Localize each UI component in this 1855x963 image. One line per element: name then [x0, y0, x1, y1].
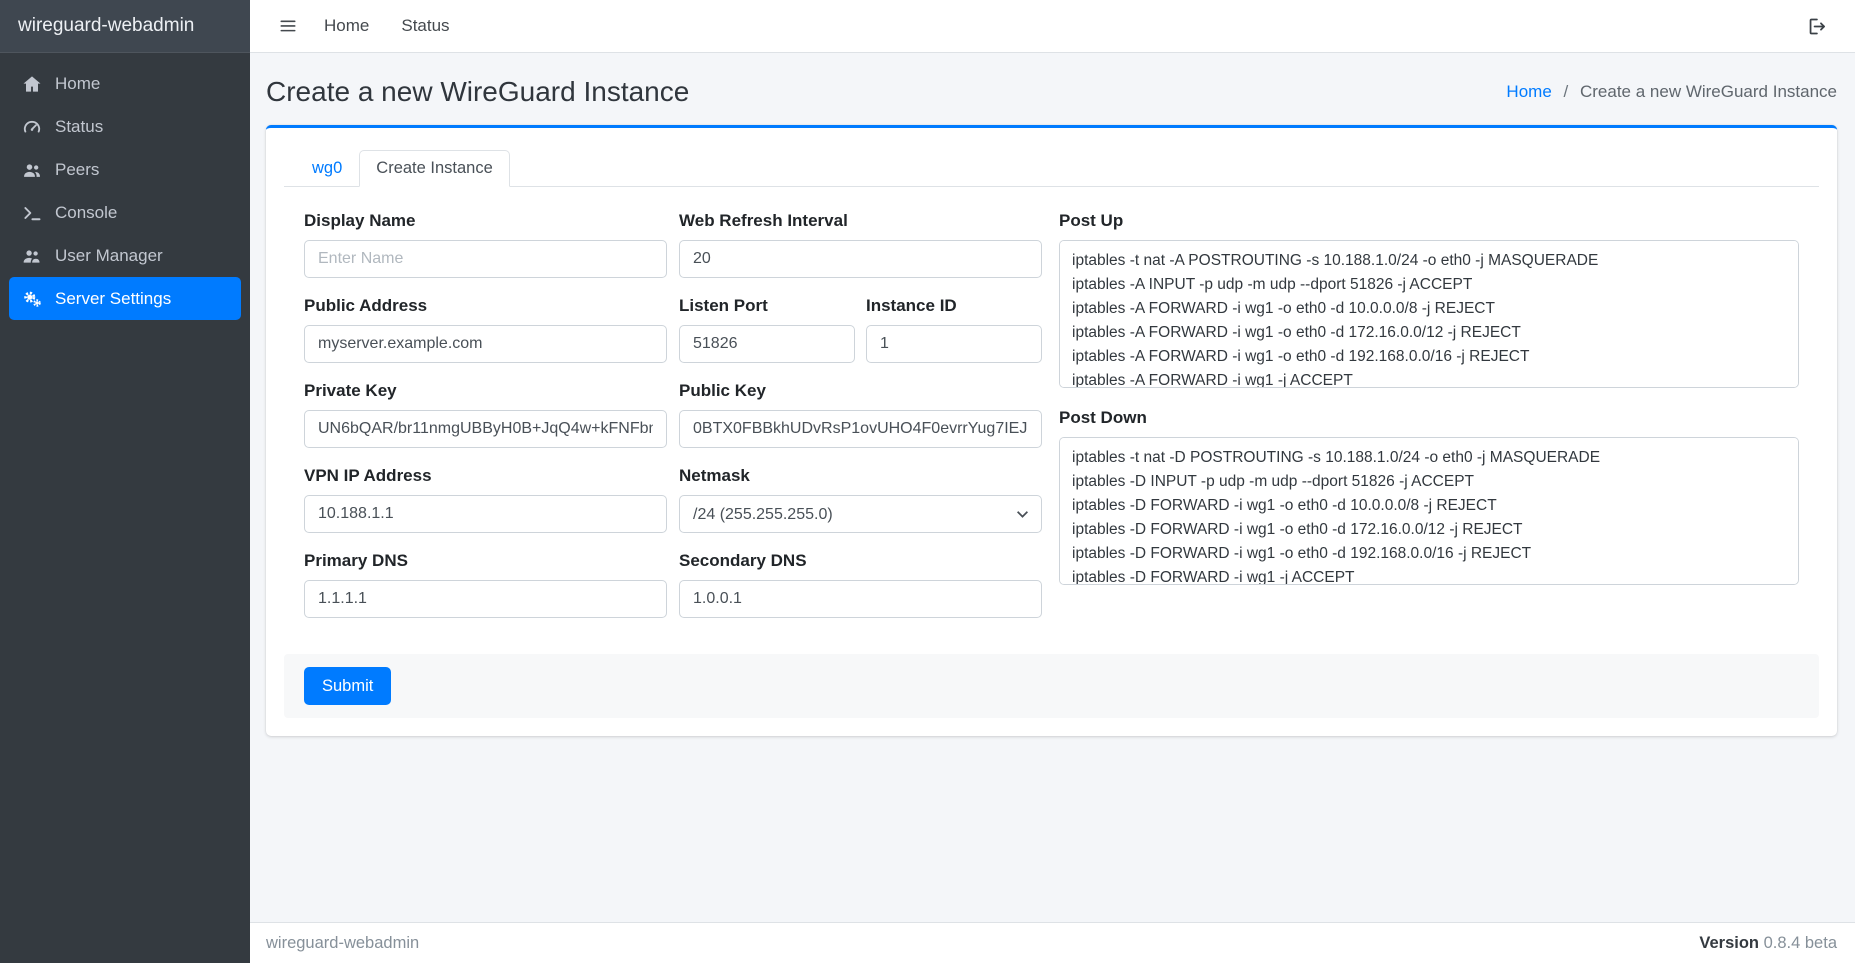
footer-app-name: wireguard-webadmin — [266, 934, 419, 953]
hamburger-menu-button[interactable] — [268, 10, 308, 42]
listen-port-label: Listen Port — [679, 295, 855, 317]
topbar-link-status[interactable]: Status — [385, 16, 465, 36]
web-refresh-interval-input[interactable] — [679, 240, 1042, 278]
field-netmask: Netmask /24 (255.255.255.0) — [679, 465, 1042, 533]
netmask-label: Netmask — [679, 465, 1042, 487]
field-listen-port: Listen Port — [679, 295, 855, 363]
page-footer: wireguard-webadmin Version 0.8.4 beta — [250, 922, 1855, 963]
card-body: wg0 Create Instance Display Name Web Ref… — [266, 128, 1837, 736]
post-up-textarea[interactable]: iptables -t nat -A POSTROUTING -s 10.188… — [1059, 240, 1799, 388]
sidebar-item-label: Home — [55, 74, 100, 94]
form-left: Display Name Web Refresh Interval Public… — [304, 210, 1042, 618]
field-vpn-ip-address: VPN IP Address — [304, 465, 667, 533]
user-manager-icon — [22, 246, 42, 266]
private-key-label: Private Key — [304, 380, 667, 402]
sidebar-item-home[interactable]: Home — [9, 62, 241, 105]
vpn-ip-address-label: VPN IP Address — [304, 465, 667, 487]
display-name-input[interactable] — [304, 240, 667, 278]
topbar: Home Status — [250, 0, 1855, 53]
sidebar-item-console[interactable]: Console — [9, 191, 241, 234]
sidebar-item-label: Server Settings — [55, 289, 171, 309]
sidebar-item-server-settings[interactable]: Server Settings — [9, 277, 241, 320]
main-column: Home Status Create a new WireGuard Insta… — [250, 0, 1855, 963]
primary-dns-input[interactable] — [304, 580, 667, 618]
sidebar-item-label: Peers — [55, 160, 99, 180]
post-down-label: Post Down — [1059, 407, 1799, 429]
netmask-select-wrap: /24 (255.255.255.0) — [679, 495, 1042, 533]
secondary-dns-input[interactable] — [679, 580, 1042, 618]
public-key-input[interactable] — [679, 410, 1042, 448]
submit-button[interactable]: Submit — [304, 667, 391, 705]
app-root: wireguard-webadmin Home Status Peers — [0, 0, 1855, 963]
sidebar-item-label: User Manager — [55, 246, 163, 266]
footer-version-value: 0.8.4 beta — [1764, 934, 1837, 952]
sidebar-item-user-manager[interactable]: User Manager — [9, 234, 241, 277]
netmask-select[interactable]: /24 (255.255.255.0) — [679, 495, 1042, 533]
public-address-label: Public Address — [304, 295, 667, 317]
instance-card: wg0 Create Instance Display Name Web Ref… — [266, 125, 1837, 736]
instance-form: Display Name Web Refresh Interval Public… — [284, 187, 1819, 618]
breadcrumb-current: Create a new WireGuard Instance — [1580, 82, 1837, 101]
listen-port-input[interactable] — [679, 325, 855, 363]
public-key-label: Public Key — [679, 380, 1042, 402]
hamburger-icon — [278, 16, 298, 36]
sidebar-item-status[interactable]: Status — [9, 105, 241, 148]
field-display-name: Display Name — [304, 210, 667, 278]
field-public-key: Public Key — [679, 380, 1042, 448]
field-public-address: Public Address — [304, 295, 667, 363]
form-right: Post Up iptables -t nat -A POSTROUTING -… — [1059, 210, 1799, 618]
tabs: wg0 Create Instance — [284, 150, 1819, 187]
form-footer: Submit — [284, 654, 1819, 718]
display-name-label: Display Name — [304, 210, 667, 232]
tab-create-instance[interactable]: Create Instance — [359, 150, 509, 187]
field-instance-id: Instance ID — [866, 295, 1042, 363]
secondary-dns-label: Secondary DNS — [679, 550, 1042, 572]
sidebar-item-label: Status — [55, 117, 103, 137]
private-key-input[interactable] — [304, 410, 667, 448]
field-web-refresh-interval: Web Refresh Interval — [679, 210, 1042, 278]
page-title: Create a new WireGuard Instance — [266, 73, 689, 111]
home-icon — [22, 74, 42, 94]
instance-id-label: Instance ID — [866, 295, 1042, 317]
field-post-up: Post Up iptables -t nat -A POSTROUTING -… — [1059, 210, 1799, 388]
instance-id-input[interactable] — [866, 325, 1042, 363]
console-icon — [22, 203, 42, 223]
field-primary-dns: Primary DNS — [304, 550, 667, 618]
footer-version-label: Version — [1699, 934, 1759, 952]
field-secondary-dns: Secondary DNS — [679, 550, 1042, 618]
public-address-input[interactable] — [304, 325, 667, 363]
server-settings-icon — [22, 289, 42, 309]
footer-version: Version 0.8.4 beta — [1699, 934, 1837, 953]
content-header: Create a new WireGuard Instance Home / C… — [266, 73, 1837, 111]
field-post-down: Post Down iptables -t nat -D POSTROUTING… — [1059, 407, 1799, 585]
port-instance-row: Listen Port Instance ID — [679, 295, 1042, 363]
sidebar-menu: Home Status Peers Console — [0, 53, 250, 329]
logout-icon — [1806, 16, 1827, 37]
status-icon — [22, 117, 42, 137]
brand-label: wireguard-webadmin — [18, 15, 194, 37]
breadcrumb-home-link[interactable]: Home — [1506, 82, 1551, 101]
vpn-ip-address-input[interactable] — [304, 495, 667, 533]
post-down-textarea[interactable]: iptables -t nat -D POSTROUTING -s 10.188… — [1059, 437, 1799, 585]
breadcrumb-separator: / — [1564, 82, 1569, 101]
post-up-label: Post Up — [1059, 210, 1799, 232]
content: Create a new WireGuard Instance Home / C… — [250, 53, 1855, 922]
primary-dns-label: Primary DNS — [304, 550, 667, 572]
peers-icon — [22, 160, 42, 180]
tab-wg0[interactable]: wg0 — [295, 150, 359, 187]
topbar-link-home[interactable]: Home — [308, 16, 385, 36]
breadcrumb: Home / Create a new WireGuard Instance — [1506, 82, 1837, 102]
sidebar-item-label: Console — [55, 203, 117, 223]
web-refresh-interval-label: Web Refresh Interval — [679, 210, 1042, 232]
sidebar: wireguard-webadmin Home Status Peers — [0, 0, 250, 963]
logout-button[interactable] — [1802, 12, 1831, 41]
field-private-key: Private Key — [304, 380, 667, 448]
sidebar-item-peers[interactable]: Peers — [9, 148, 241, 191]
brand[interactable]: wireguard-webadmin — [0, 0, 250, 53]
